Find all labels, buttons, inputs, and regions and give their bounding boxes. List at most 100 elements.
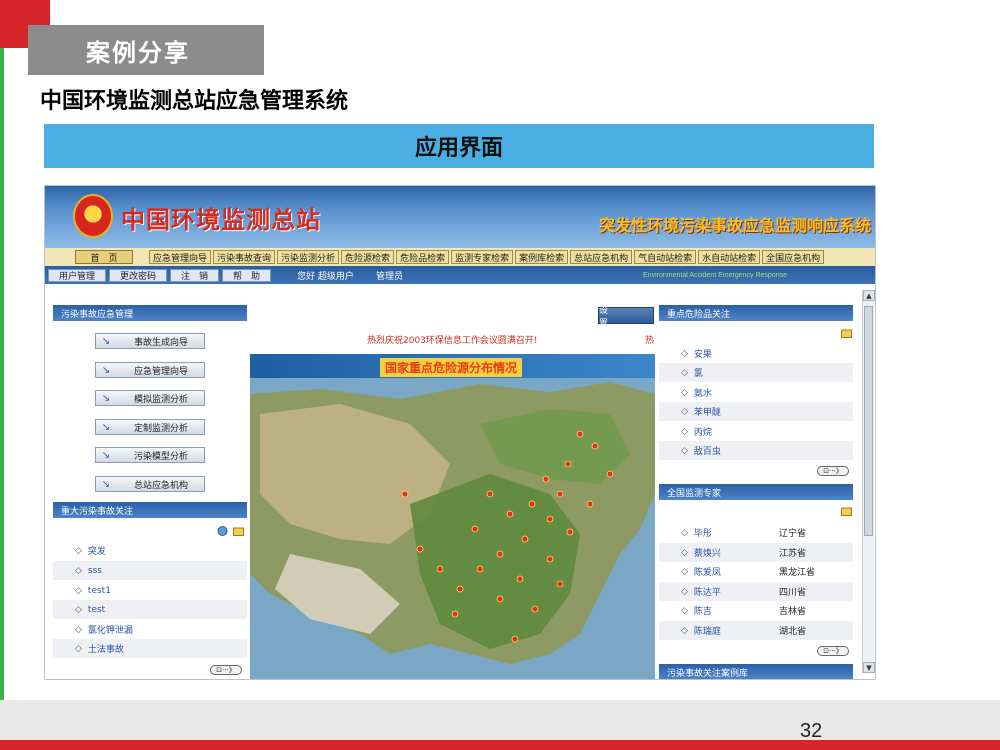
diamond-icon: ◇ <box>681 367 688 378</box>
news-ticker[interactable]: 热烈庆祝2003环保信息工作会议圆满召开! <box>367 333 538 346</box>
nav-item[interactable]: 气自动站检索 <box>634 250 697 264</box>
footer-red-line <box>0 740 1000 750</box>
expert-province: 吉林省 <box>779 607 807 617</box>
expert-item[interactable]: ◇ 毕彤 辽宁省 <box>659 523 853 542</box>
folder-icon[interactable] <box>233 526 244 536</box>
help-tab[interactable]: 帮 助 <box>222 268 272 282</box>
settings-button[interactable]: 设 置 <box>598 306 654 329</box>
expert-item[interactable]: ◇ 陈吉 吉林省 <box>659 601 853 620</box>
hazard-item[interactable]: ◇ 敌百虫 <box>659 441 853 460</box>
custom-monitoring-button[interactable]: ↘ 定制监测分析 <box>95 419 205 435</box>
hazard-item[interactable]: ◇ 氯 <box>659 363 853 382</box>
case-panel-header: 污染事故关注案例库 <box>659 664 853 679</box>
arrow-icon: ↘ <box>101 392 111 404</box>
expert-province: 江苏省 <box>779 549 807 559</box>
section-tag: 案例分享 <box>28 25 264 75</box>
change-password-tab[interactable]: 更改密码 <box>109 268 168 282</box>
diamond-icon: ◇ <box>75 545 82 556</box>
diamond-icon: ◇ <box>681 547 688 558</box>
button-label: 定制监测分析 <box>134 423 189 434</box>
accident-wizard-button[interactable]: ↘ 事故生成向导 <box>95 333 205 349</box>
expert-name: 陈吉 <box>693 607 712 617</box>
vertical-scrollbar[interactable]: ▲ ▼ <box>862 290 875 673</box>
hazard-item[interactable]: ◇ 丙烷 <box>659 422 853 441</box>
simulate-monitoring-button[interactable]: ↘ 模拟监测分析 <box>95 390 205 406</box>
emergency-wizard-button[interactable]: ↘ 应急管理向导 <box>95 362 205 378</box>
scroll-thumb[interactable] <box>864 306 873 536</box>
diamond-icon: ◇ <box>75 604 82 615</box>
diamond-icon: ◇ <box>75 565 82 576</box>
nav-item[interactable]: 危险品检索 <box>396 250 450 264</box>
button-label: 污染模型分析 <box>134 451 189 462</box>
main-nav: 首 页 应急管理向导 污染事故查询 污染监测分析 危险源检索 危险品检索 监测专… <box>45 248 875 266</box>
folder-icon[interactable] <box>841 328 852 338</box>
logout-tab[interactable]: 注 销 <box>170 268 220 282</box>
nav-item[interactable]: 全国应急机构 <box>762 250 825 264</box>
nav-item[interactable]: 污染事故查询 <box>213 250 276 264</box>
hazard-item[interactable]: ◇ 氨水 <box>659 383 853 402</box>
accident-item[interactable]: ◇ 突发 <box>53 541 247 560</box>
button-label: 模拟监测分析 <box>134 394 189 405</box>
hazard-panel-header: 重点危险品关注 <box>659 305 853 321</box>
diamond-icon: ◇ <box>681 527 688 538</box>
user-role: 管理员 <box>375 271 403 282</box>
item-label: 苯甲醚 <box>693 408 721 418</box>
expert-item[interactable]: ◇ 陈爱凤 黑龙江省 <box>659 562 853 581</box>
diamond-icon: ◇ <box>681 586 688 597</box>
scroll-up-icon[interactable]: ▲ <box>863 290 875 301</box>
globe-icon[interactable] <box>217 526 228 536</box>
hazard-more-button[interactable]: ⊡···》 <box>817 466 849 476</box>
expert-panel-header: 全国监测专家 <box>659 484 853 500</box>
item-label: 安果 <box>693 350 712 360</box>
hazard-item[interactable]: ◇ 安果 <box>659 344 853 363</box>
diamond-icon: ◇ <box>681 406 688 417</box>
system-name: 突发性环境污染事故应急监测响应系统 <box>598 216 871 235</box>
folder-icon[interactable] <box>841 506 852 516</box>
nav-item[interactable]: 应急管理向导 <box>149 250 212 264</box>
nav-item[interactable]: 监测专家检索 <box>451 250 514 264</box>
expert-province: 湖北省 <box>779 627 807 637</box>
arrow-icon: ↘ <box>101 364 111 376</box>
accident-item[interactable]: ◇ test1 <box>53 581 247 600</box>
item-label: 氯 <box>693 369 703 379</box>
pollution-model-button[interactable]: ↘ 污染模型分析 <box>95 447 205 463</box>
expert-item[interactable]: ◇ 陈达平 四川省 <box>659 582 853 601</box>
accident-item[interactable]: ◇ test <box>53 600 247 619</box>
nav-item[interactable]: 危险源检索 <box>341 250 395 264</box>
accident-item[interactable]: ◇ 土法事故 <box>53 639 247 658</box>
arrow-icon: ↘ <box>101 478 111 490</box>
expert-item[interactable]: ◇ 陈瑞庭 湖北省 <box>659 621 853 640</box>
nav-item[interactable]: 案例库检索 <box>515 250 569 264</box>
app-screenshot: 中国环境监测总站 突发性环境污染事故应急监测响应系统 首 页 应急管理向导 污染… <box>44 185 876 680</box>
interface-title: 应用界面 <box>414 136 503 161</box>
expert-name: 陈瑞庭 <box>693 627 721 637</box>
station-agency-button[interactable]: ↘ 总站应急机构 <box>95 476 205 492</box>
accident-item[interactable]: ◇ 氯化钾泄漏 <box>53 620 247 639</box>
item-label: test <box>87 604 106 615</box>
expert-more-button[interactable]: ⊡···》 <box>817 646 849 656</box>
national-emblem-icon <box>73 194 113 238</box>
slide-title: 中国环境监测总站应急管理系统 <box>40 89 349 114</box>
english-system-title: Environmental Accident Emergency Respons… <box>643 271 787 279</box>
accident-item[interactable]: ◇ sss <box>53 561 247 580</box>
emergency-management-panel-header: 污染事故应急管理 <box>53 305 247 321</box>
accident-more-button[interactable]: ⊡···》 <box>210 665 242 675</box>
user-management-tab[interactable]: 用户管理 <box>48 268 107 282</box>
nav-item[interactable]: 水自动站检索 <box>698 250 761 264</box>
item-label: sss <box>87 565 102 576</box>
expert-name: 陈爱凤 <box>693 568 721 578</box>
item-label: 敌百虫 <box>693 447 721 457</box>
footer-band <box>0 700 1000 740</box>
item-label: 丙烷 <box>693 428 712 438</box>
map-title: 国家重点危险源分布情况 <box>380 358 523 377</box>
hazard-source-map[interactable]: 国家重点危险源分布情况 <box>250 354 655 679</box>
scroll-down-icon[interactable]: ▼ <box>863 662 875 673</box>
nav-item[interactable]: 污染监测分析 <box>277 250 340 264</box>
nav-home[interactable]: 首 页 <box>75 250 133 264</box>
button-label: 应急管理向导 <box>134 366 189 377</box>
user-greeting: 您好 超级用户 <box>297 271 354 282</box>
nav-item[interactable]: 总站应急机构 <box>570 250 633 264</box>
expert-item[interactable]: ◇ 蔡焕兴 江苏省 <box>659 543 853 562</box>
hazard-item[interactable]: ◇ 苯甲醚 <box>659 402 853 421</box>
expert-name: 陈达平 <box>693 588 721 598</box>
